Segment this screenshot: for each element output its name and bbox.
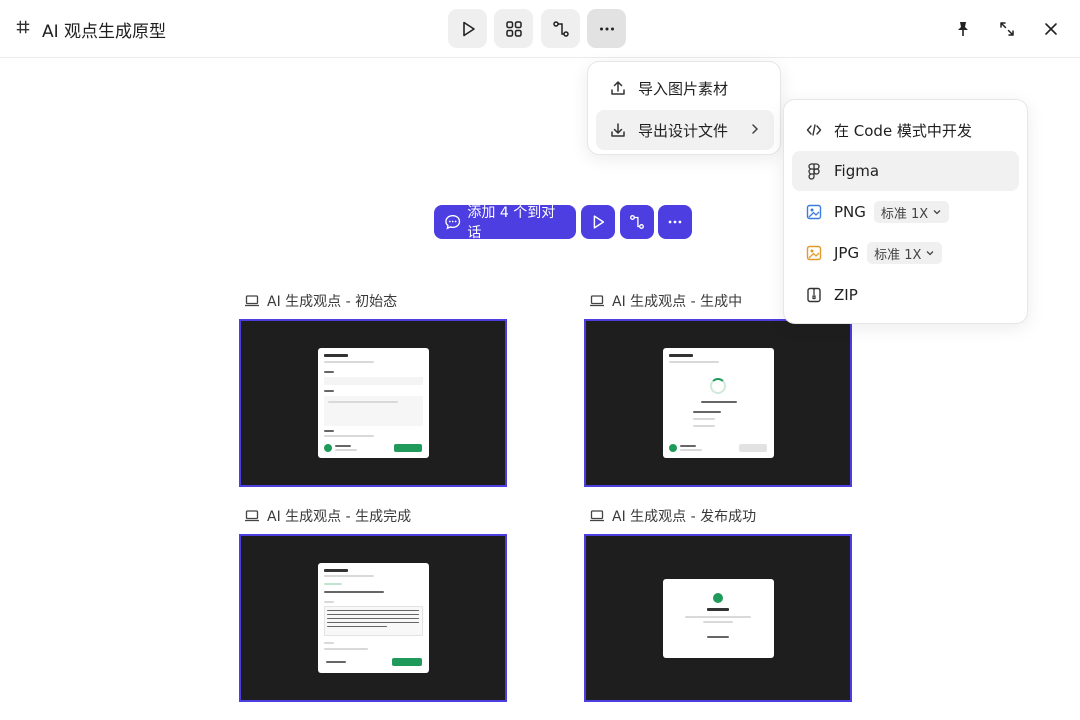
export-figma[interactable]: Figma — [792, 151, 1019, 191]
figma-icon — [808, 163, 820, 180]
pin-icon — [958, 22, 968, 36]
frame-label-initial[interactable]: AI 生成观点 - 初始态 — [244, 291, 397, 311]
upload-icon — [611, 81, 625, 95]
laptop-icon — [590, 295, 604, 307]
grid-icon — [505, 20, 522, 37]
flow-icon — [630, 215, 644, 229]
menu-item-label: ZIP — [834, 286, 858, 304]
frame-label-text: AI 生成观点 - 发布成功 — [612, 509, 757, 525]
modal-thumbnail — [318, 348, 429, 458]
pin-button[interactable] — [948, 14, 978, 44]
export-jpg[interactable]: JPG 标准 1X — [792, 233, 1019, 273]
window-title: AI 观点生成原型 — [42, 22, 167, 42]
expand-icon — [1000, 22, 1014, 36]
title-bar: AI 观点生成原型 — [0, 0, 1080, 58]
frame-complete[interactable] — [239, 534, 507, 702]
menu-item-label: 导出设计文件 — [638, 121, 729, 140]
export-code-mode[interactable]: 在 Code 模式中开发 — [792, 110, 1019, 150]
hash-icon — [14, 19, 32, 40]
export-submenu: 在 Code 模式中开发 Figma PNG 标准 1X JPG 标准 1X Z… — [783, 99, 1028, 324]
jpg-scale-select[interactable]: 标准 1X — [867, 242, 943, 264]
menu-item-label: PNG — [834, 203, 866, 221]
play-icon — [593, 215, 605, 229]
selection-more-button[interactable] — [658, 205, 692, 239]
window-title-group: AI 观点生成原型 — [14, 17, 166, 42]
modal-thumbnail — [663, 579, 774, 658]
jpg-icon — [806, 245, 822, 261]
menu-item-export-design[interactable]: 导出设计文件 — [596, 110, 774, 150]
menu-item-label: Figma — [834, 162, 880, 180]
code-icon — [806, 124, 822, 136]
modal-thumbnail — [663, 348, 774, 458]
chevron-down-icon — [933, 210, 941, 215]
download-icon — [611, 123, 625, 137]
menu-item-label: 导入图片素材 — [638, 79, 729, 98]
menu-item-import-images[interactable]: 导入图片素材 — [596, 68, 774, 108]
menu-item-label: 在 Code 模式中开发 — [834, 121, 972, 140]
more-button[interactable] — [587, 9, 626, 48]
modal-thumbnail — [318, 563, 429, 673]
menu-item-label: JPG — [834, 244, 860, 262]
play-icon — [462, 21, 475, 36]
frame-label-complete[interactable]: AI 生成观点 - 生成完成 — [244, 506, 411, 526]
laptop-icon — [245, 295, 259, 307]
flow-icon — [552, 20, 569, 37]
laptop-icon — [590, 510, 604, 522]
png-icon — [806, 204, 822, 220]
add-to-chat-button[interactable]: 添加 4 个到对话 — [434, 205, 576, 241]
frame-generating[interactable] — [584, 319, 852, 487]
selection-flow-button[interactable] — [620, 205, 654, 239]
components-button[interactable] — [494, 9, 533, 48]
zip-icon — [807, 287, 821, 303]
frame-published[interactable] — [584, 534, 852, 702]
chat-icon — [445, 215, 461, 230]
frame-label-text: AI 生成观点 - 生成完成 — [267, 509, 412, 525]
scale-label: 标准 1X — [874, 247, 922, 263]
frame-label-text: AI 生成观点 - 生成中 — [612, 294, 743, 310]
flow-button[interactable] — [541, 9, 580, 48]
export-png[interactable]: PNG 标准 1X — [792, 192, 1019, 232]
chevron-right-icon — [752, 124, 759, 134]
close-icon — [1045, 23, 1057, 35]
frame-label-generating[interactable]: AI 生成观点 - 生成中 — [589, 291, 742, 311]
more-icon — [668, 220, 682, 224]
close-button[interactable] — [1036, 14, 1066, 44]
frame-initial[interactable] — [239, 319, 507, 487]
expand-button[interactable] — [992, 14, 1022, 44]
laptop-icon — [245, 510, 259, 522]
scale-label: 标准 1X — [880, 206, 929, 222]
export-zip[interactable]: ZIP — [792, 275, 1019, 315]
add-to-chat-label: 添加 4 个到对话 — [467, 205, 556, 241]
more-icon — [599, 27, 614, 30]
play-button[interactable] — [448, 9, 487, 48]
selection-play-button[interactable] — [581, 205, 615, 239]
frame-label-published[interactable]: AI 生成观点 - 发布成功 — [589, 506, 756, 526]
png-scale-select[interactable]: 标准 1X — [873, 201, 950, 223]
chevron-down-icon — [926, 251, 934, 256]
more-menu: 导入图片素材 导出设计文件 — [587, 61, 781, 155]
frame-label-text: AI 生成观点 - 初始态 — [267, 294, 398, 310]
